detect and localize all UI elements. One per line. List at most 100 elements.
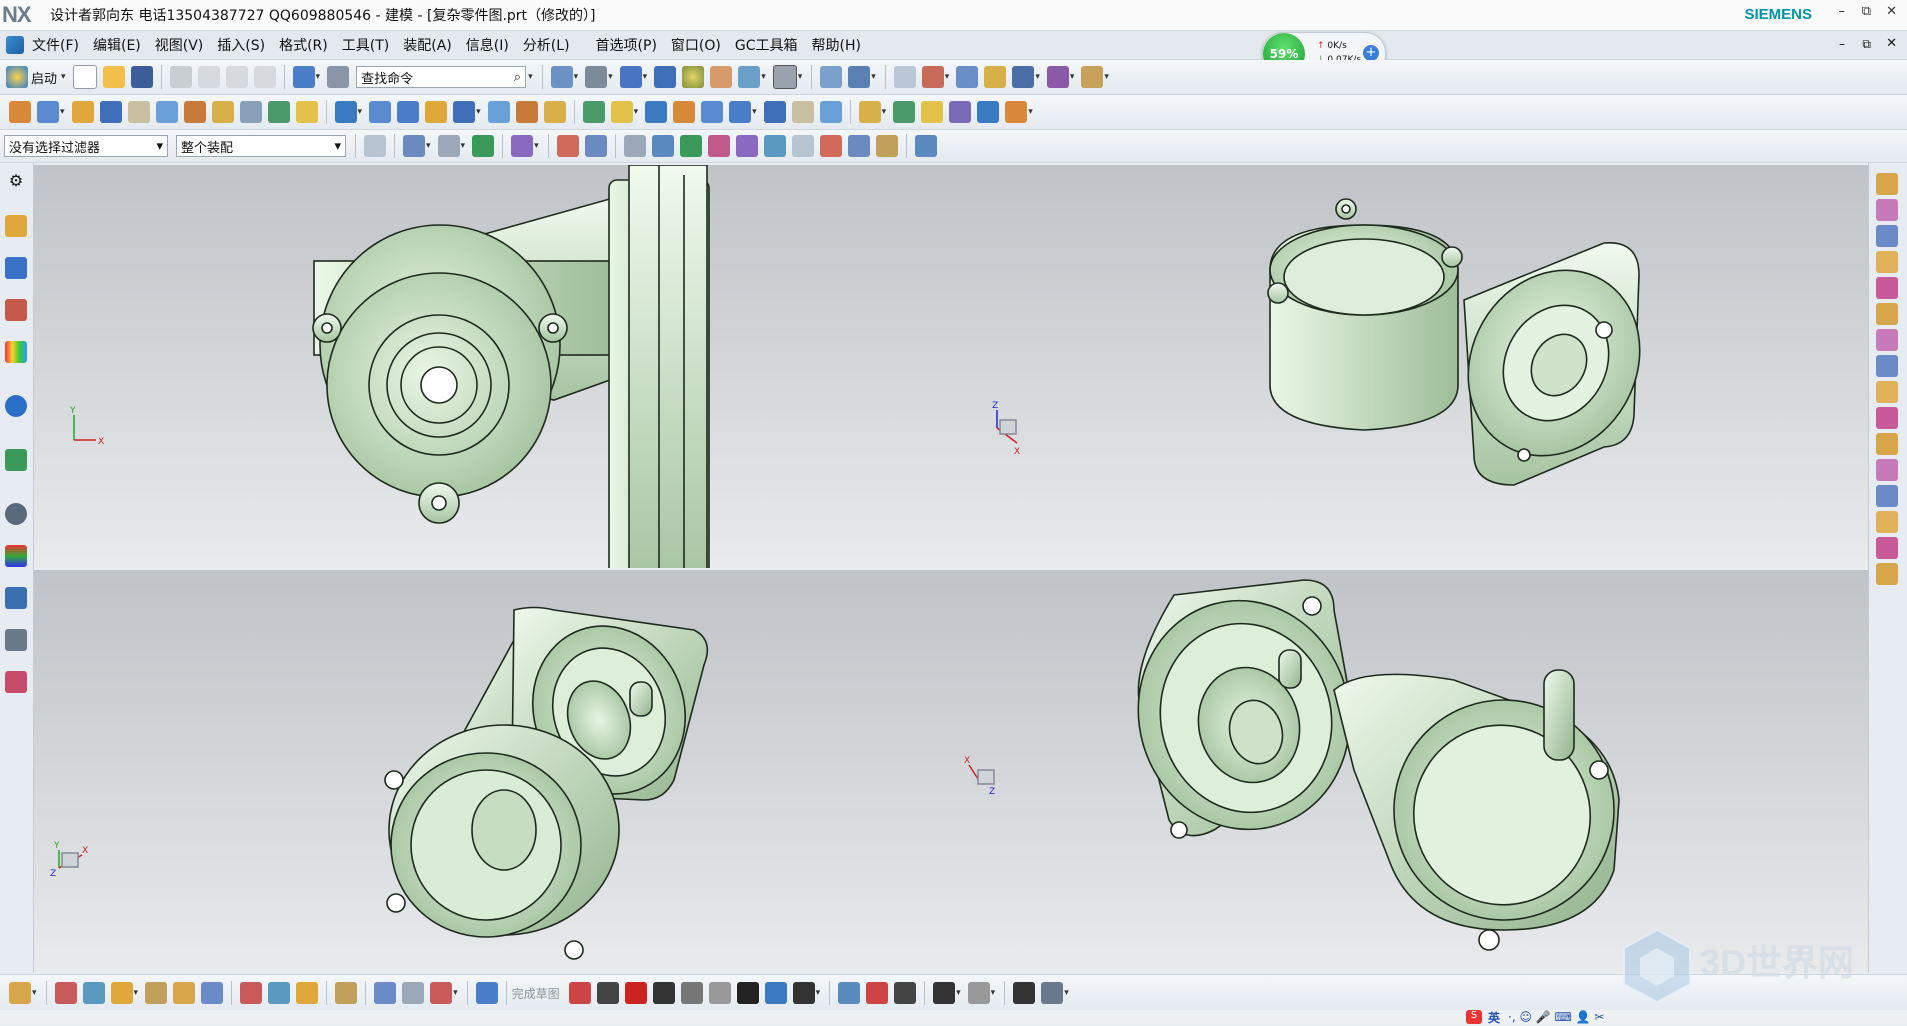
- menu-file[interactable]: 文件(F): [32, 35, 79, 55]
- menu-assembly[interactable]: 装配(A): [403, 35, 452, 55]
- block-icon[interactable]: [127, 101, 150, 123]
- finish-sketch-button[interactable]: 完成草图: [512, 985, 560, 1002]
- intersect-icon[interactable]: [397, 101, 420, 123]
- rect-select-icon[interactable]: [511, 135, 534, 157]
- reference-set-icon[interactable]: [296, 982, 319, 1004]
- constraints-icon[interactable]: [967, 982, 990, 1004]
- mirror-icon[interactable]: [610, 101, 633, 123]
- polygon-icon[interactable]: [764, 982, 787, 1004]
- menu-edit[interactable]: 编辑(E): [93, 35, 141, 55]
- menu-info[interactable]: 信息(I): [466, 35, 509, 55]
- wave-link-icon[interactable]: [268, 982, 291, 1004]
- right-tool-15-icon[interactable]: [1876, 537, 1898, 559]
- menu-window[interactable]: 窗口(O): [671, 35, 721, 55]
- ime-punct-icon[interactable]: ·, ☺ 🎤 ⌨ 👤 ✂: [1508, 1010, 1604, 1024]
- history-clock-icon[interactable]: [5, 503, 27, 525]
- chamfer-icon[interactable]: [453, 101, 476, 123]
- right-tool-16-icon[interactable]: [1876, 563, 1898, 585]
- subtract-icon[interactable]: [369, 101, 392, 123]
- render-icon[interactable]: [738, 66, 761, 88]
- studio-surface-icon[interactable]: [977, 101, 1000, 123]
- shaded-body-icon[interactable]: [556, 135, 579, 157]
- surface-icon[interactable]: [858, 101, 881, 123]
- save-icon[interactable]: [130, 66, 153, 88]
- web-browser-icon[interactable]: [5, 449, 27, 471]
- right-tool-10-icon[interactable]: [1876, 407, 1898, 429]
- offset-curve-icon[interactable]: [430, 982, 453, 1004]
- boss-icon[interactable]: [267, 101, 290, 123]
- start-icon[interactable]: [6, 66, 28, 88]
- rectangle-icon[interactable]: [736, 982, 759, 1004]
- right-tool-1-icon[interactable]: [1876, 173, 1898, 195]
- widget-plus-icon[interactable]: +: [1363, 45, 1379, 61]
- wire-body-icon[interactable]: [584, 135, 607, 157]
- show-constraints-icon[interactable]: [1013, 982, 1036, 1004]
- thicken-icon[interactable]: [763, 101, 786, 123]
- menu-help[interactable]: 帮助(H): [812, 35, 861, 55]
- menu-gc-toolbox[interactable]: GC工具箱: [735, 35, 798, 55]
- snap-point-icon[interactable]: [819, 135, 842, 157]
- snap-arc-icon[interactable]: [679, 135, 702, 157]
- line-icon[interactable]: [596, 982, 619, 1004]
- split-body-icon[interactable]: [673, 101, 696, 123]
- right-tool-6-icon[interactable]: [1876, 303, 1898, 325]
- analysis-icon[interactable]: [984, 66, 1007, 88]
- select-face-icon[interactable]: [437, 135, 460, 157]
- right-tool-8-icon[interactable]: [1876, 355, 1898, 377]
- snap-endpoint-icon[interactable]: [623, 135, 646, 157]
- sphere-feature-icon[interactable]: [211, 101, 234, 123]
- snap-curve-icon[interactable]: [707, 135, 730, 157]
- axis-icon[interactable]: [1046, 66, 1069, 88]
- assembly-navigator-icon[interactable]: [5, 215, 27, 237]
- ime-toolbar[interactable]: S 英 ·, ☺ 🎤 ⌨ 👤 ✂: [1466, 1009, 1604, 1026]
- palette-icon[interactable]: [5, 545, 27, 567]
- menu-analysis[interactable]: 分析(L): [523, 35, 570, 55]
- right-tool-13-icon[interactable]: [1876, 485, 1898, 507]
- search-icon[interactable]: ⌕: [514, 70, 521, 85]
- edge-blend-icon[interactable]: [425, 101, 448, 123]
- roles-icon[interactable]: [5, 629, 27, 651]
- app-menu-icon[interactable]: [6, 36, 24, 54]
- system-scene-icon[interactable]: [5, 671, 27, 693]
- right-tool-5-icon[interactable]: [1876, 277, 1898, 299]
- cylinder-icon[interactable]: [155, 101, 178, 123]
- snap-center-icon[interactable]: [763, 135, 786, 157]
- extract-icon[interactable]: [791, 101, 814, 123]
- constraint-icon[interactable]: [173, 982, 196, 1004]
- copy-icon[interactable]: [197, 66, 220, 88]
- info-icon[interactable]: [5, 395, 27, 417]
- wave-icon[interactable]: [819, 101, 842, 123]
- fit-view-icon[interactable]: [550, 66, 573, 88]
- part-family-icon[interactable]: [335, 982, 358, 1004]
- shaded-cube-icon[interactable]: [619, 66, 642, 88]
- grid-layout-icon[interactable]: [292, 66, 315, 88]
- quick-trim-icon[interactable]: [838, 982, 861, 1004]
- n-sided-icon[interactable]: [1005, 101, 1028, 123]
- menu-insert[interactable]: 插入(S): [217, 35, 265, 55]
- right-tool-4-icon[interactable]: [1876, 251, 1898, 273]
- settings-gear-icon[interactable]: ⚙: [5, 171, 27, 193]
- right-tool-11-icon[interactable]: [1876, 433, 1898, 455]
- quick-extend-icon[interactable]: [866, 982, 889, 1004]
- doc-restore-icon[interactable]: ⧉: [1862, 37, 1871, 52]
- spline-icon[interactable]: [402, 982, 425, 1004]
- menu-format[interactable]: 格式(R): [279, 35, 328, 55]
- arc-icon[interactable]: [624, 982, 647, 1004]
- corner-icon[interactable]: [894, 982, 917, 1004]
- graphics-window-bottom[interactable]: Y X Z X Z: [34, 570, 1868, 973]
- right-tool-2-icon[interactable]: [1876, 199, 1898, 221]
- revolve-icon[interactable]: [99, 101, 122, 123]
- clip-icon[interactable]: [848, 66, 871, 88]
- snap-tangent-icon[interactable]: [847, 135, 870, 157]
- restore-button[interactable]: ⧉: [1862, 4, 1871, 19]
- draft-icon[interactable]: [515, 101, 538, 123]
- start-button[interactable]: 启动: [31, 68, 57, 87]
- ime-language[interactable]: 英: [1488, 1009, 1500, 1026]
- constraint-navigator-icon[interactable]: [5, 257, 27, 279]
- part-navigator-icon[interactable]: [5, 299, 27, 321]
- curve-icon[interactable]: [374, 982, 397, 1004]
- open-folder-icon[interactable]: [102, 66, 125, 88]
- shell-icon[interactable]: [487, 101, 510, 123]
- minimize-button[interactable]: –: [1839, 4, 1846, 19]
- datum-plane-icon[interactable]: [37, 101, 59, 123]
